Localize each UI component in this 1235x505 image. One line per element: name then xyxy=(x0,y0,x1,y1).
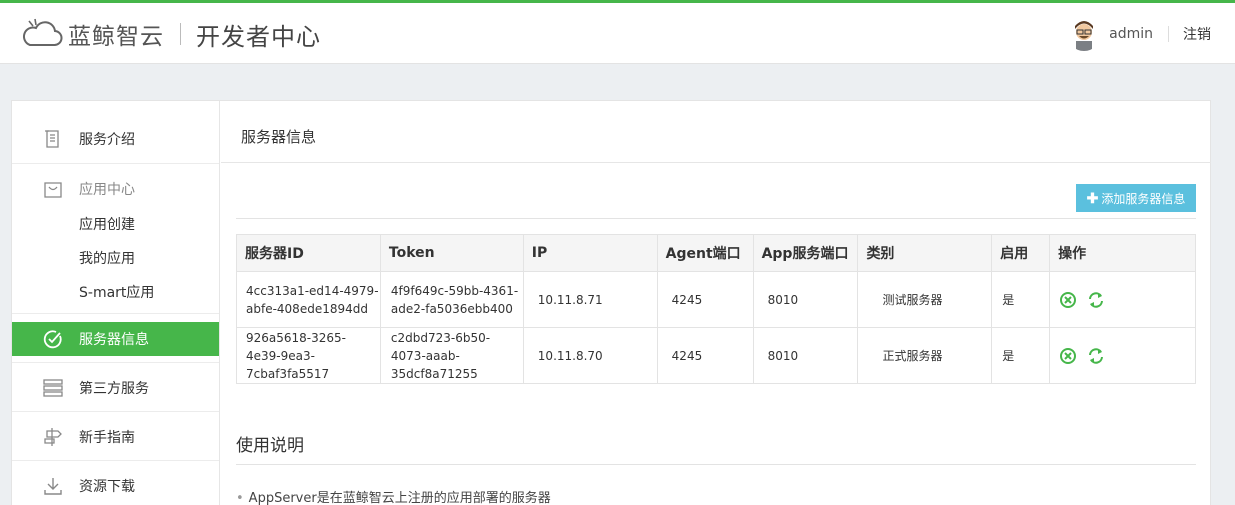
refresh-icon[interactable] xyxy=(1087,291,1105,309)
sidebar-divider xyxy=(12,313,219,314)
sidebar-item-downloads[interactable]: 资源下载 xyxy=(12,461,219,505)
sidebar-subitem-smart-apps[interactable]: S-mart应用 xyxy=(79,282,154,302)
document-icon xyxy=(45,129,59,148)
enabled-cell: 是 xyxy=(991,327,1051,384)
toolbar-divider xyxy=(236,218,1196,219)
sidebar-item-label: 新手指南 xyxy=(79,429,135,446)
column-header: Token xyxy=(379,234,524,272)
agent-port-cell: 4245 xyxy=(656,327,754,384)
bag-icon xyxy=(44,181,62,198)
column-header: 启用 xyxy=(991,234,1051,272)
sidebar-item-beginner-guide[interactable]: 新手指南 xyxy=(12,412,219,461)
usage-item-text: AppServer是在蓝鲸智云上注册的应用部署的服务器 xyxy=(248,491,551,505)
username[interactable]: admin xyxy=(1109,26,1153,42)
ip-cell: 10.11.8.71 xyxy=(522,271,658,328)
sidebar-item-label: 服务器信息 xyxy=(79,332,149,348)
sidebar-subitem-my-apps[interactable]: 我的应用 xyxy=(79,248,135,268)
avatar[interactable] xyxy=(1067,17,1102,51)
bullet-icon: • xyxy=(236,491,244,505)
brand-name: 蓝鲸智云 xyxy=(68,24,164,50)
title-divider xyxy=(221,162,1211,163)
enabled-cell: 是 xyxy=(991,271,1051,328)
sidebar-item-label: 应用中心 xyxy=(79,181,135,198)
token-cell: 4f9f649c-59bb-4361-ade2-fa5036ebb400 xyxy=(379,271,524,328)
column-header: App服务端口 xyxy=(752,234,859,272)
logout-link[interactable]: 注销 xyxy=(1183,24,1211,44)
table-row: 926a5618-3265-4e39-9ea3-7cbaf3fa5517 c2d… xyxy=(236,327,1196,384)
sidebar-item-service-intro[interactable]: 服务介绍 xyxy=(12,114,219,163)
add-server-button[interactable]: ✚ 添加服务器信息 xyxy=(1076,184,1196,212)
sidebar-item-label: 资源下载 xyxy=(79,478,135,495)
agent-port-cell: 4245 xyxy=(656,271,754,328)
column-header: 类别 xyxy=(857,234,993,272)
page-title: 开发者中心 xyxy=(196,22,321,51)
download-icon xyxy=(44,477,62,495)
server-table: 服务器ID Token IP Agent端口 App服务端口 类别 启用 操作 … xyxy=(236,234,1196,384)
actions-cell xyxy=(1049,327,1196,384)
sidebar-subitem-create-app[interactable]: 应用创建 xyxy=(79,214,135,234)
header: 蓝鲸智云 开发者中心 admin 注销 xyxy=(0,3,1235,64)
sidebar-item-app-center[interactable]: 应用中心 xyxy=(12,164,219,213)
user-divider xyxy=(1168,26,1169,42)
signpost-icon xyxy=(44,427,62,446)
sidebar-item-server-info[interactable]: 服务器信息 xyxy=(12,322,219,356)
table-header-row: 服务器ID Token IP Agent端口 App服务端口 类别 启用 操作 xyxy=(236,234,1196,272)
server-id-cell: 926a5618-3265-4e39-9ea3-7cbaf3fa5517 xyxy=(236,327,381,384)
section-title: 服务器信息 xyxy=(241,128,317,146)
delete-icon[interactable] xyxy=(1059,347,1077,365)
delete-icon[interactable] xyxy=(1059,291,1077,309)
app-port-cell: 8010 xyxy=(752,327,859,384)
user-area: admin 注销 xyxy=(1067,16,1211,52)
server-icon xyxy=(43,378,63,397)
usage-item: • AppServer是在蓝鲸智云上注册的应用部署的服务器 xyxy=(236,487,551,505)
column-header: IP xyxy=(522,234,658,272)
logo-divider xyxy=(180,23,181,45)
ip-cell: 10.11.8.70 xyxy=(522,327,658,384)
server-id-cell: 4cc313a1-ed14-4979-abfe-408ede1894dd xyxy=(236,271,381,328)
type-cell: 正式服务器 xyxy=(857,327,993,384)
type-cell: 测试服务器 xyxy=(857,271,993,328)
token-cell: c2dbd723-6b50-4073-aaab-35dcf8a71255 xyxy=(379,327,524,384)
usage-title: 使用说明 xyxy=(236,436,304,456)
check-circle-icon xyxy=(43,330,62,349)
column-header: 服务器ID xyxy=(236,234,381,272)
cloud-logo-icon xyxy=(23,18,63,46)
usage-divider xyxy=(236,464,1196,465)
avatar-icon xyxy=(1067,17,1102,51)
app-port-cell: 8010 xyxy=(752,271,859,328)
plus-icon: ✚ xyxy=(1086,189,1099,206)
main-content: 服务器信息 ✚ 添加服务器信息 服务器ID Token IP Agent端口 A… xyxy=(221,101,1211,505)
sidebar-item-label: 第三方服务 xyxy=(79,380,149,397)
sidebar: 服务介绍 应用中心 应用创建 我的应用 S-mart应用 服务器信息 第三方服务… xyxy=(12,101,220,505)
logo[interactable]: 蓝鲸智云 开发者中心 xyxy=(20,14,321,54)
table-row: 4cc313a1-ed14-4979-abfe-408ede1894dd 4f9… xyxy=(236,271,1196,328)
column-header: Agent端口 xyxy=(656,234,754,272)
sidebar-item-third-party[interactable]: 第三方服务 xyxy=(12,363,219,412)
sidebar-item-label: 服务介绍 xyxy=(79,131,135,148)
column-header: 操作 xyxy=(1049,234,1196,272)
actions-cell xyxy=(1049,271,1196,328)
refresh-icon[interactable] xyxy=(1087,347,1105,365)
add-server-label: 添加服务器信息 xyxy=(1101,191,1186,206)
content-card: 服务介绍 应用中心 应用创建 我的应用 S-mart应用 服务器信息 第三方服务… xyxy=(11,100,1211,505)
